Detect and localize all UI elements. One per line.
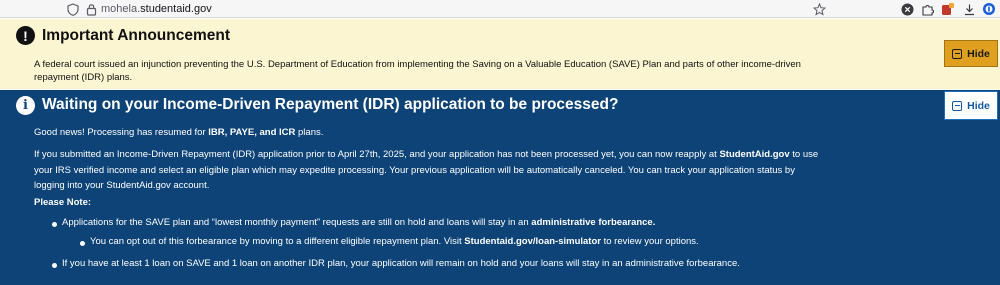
red-extension-icon[interactable] (941, 2, 955, 16)
collapse-icon (952, 48, 963, 59)
lock-icon[interactable] (84, 2, 98, 16)
idr-hide-button[interactable]: Hide (944, 91, 998, 120)
extension-icon[interactable] (920, 2, 934, 16)
browser-toolbar: mohela.studentaid.gov (0, 0, 1000, 18)
important-announcement-banner: ! Important Announcement A federal court… (0, 19, 1000, 89)
announcement-body: A federal court issued an injunction pre… (34, 59, 801, 83)
studentaid-link[interactable]: StudentAid.gov (719, 149, 789, 160)
sub-bullet-dot (80, 241, 85, 246)
please-note-heading: Please Note: (34, 197, 92, 208)
idr-notice-panel: i Waiting on your Income-Driven Repaymen… (0, 90, 1000, 285)
password-manager-icon[interactable] (982, 2, 996, 16)
url-bar[interactable]: mohela.studentaid.gov (101, 3, 212, 15)
info-icon: i (16, 96, 35, 115)
bullet-dot (52, 263, 57, 268)
good-news-text: Good news! Processing has resumed for IB… (34, 127, 324, 138)
save-hold-bullet: Applications for the SAVE plan and “lowe… (62, 217, 656, 228)
reapply-paragraph: If you submitted an Income-Driven Repaym… (34, 149, 819, 191)
star-icon[interactable] (812, 2, 826, 16)
bullet-dot (52, 222, 57, 227)
download-icon[interactable] (962, 2, 976, 16)
announcement-hide-button[interactable]: Hide (944, 40, 998, 67)
close-circle-icon[interactable] (900, 2, 914, 16)
announcement-title: Important Announcement (42, 27, 231, 44)
idr-notice-title: Waiting on your Income-Driven Repayment … (42, 96, 619, 113)
collapse-icon (952, 100, 963, 111)
shield-icon[interactable] (66, 2, 80, 16)
opt-out-sub-bullet: You can opt out of this forbearance by m… (90, 236, 699, 247)
exclamation-icon: ! (16, 26, 35, 45)
mixed-plan-bullet: If you have at least 1 loan on SAVE and … (62, 258, 740, 269)
loan-simulator-link[interactable]: Studentaid.gov/loan-simulator (464, 236, 601, 247)
